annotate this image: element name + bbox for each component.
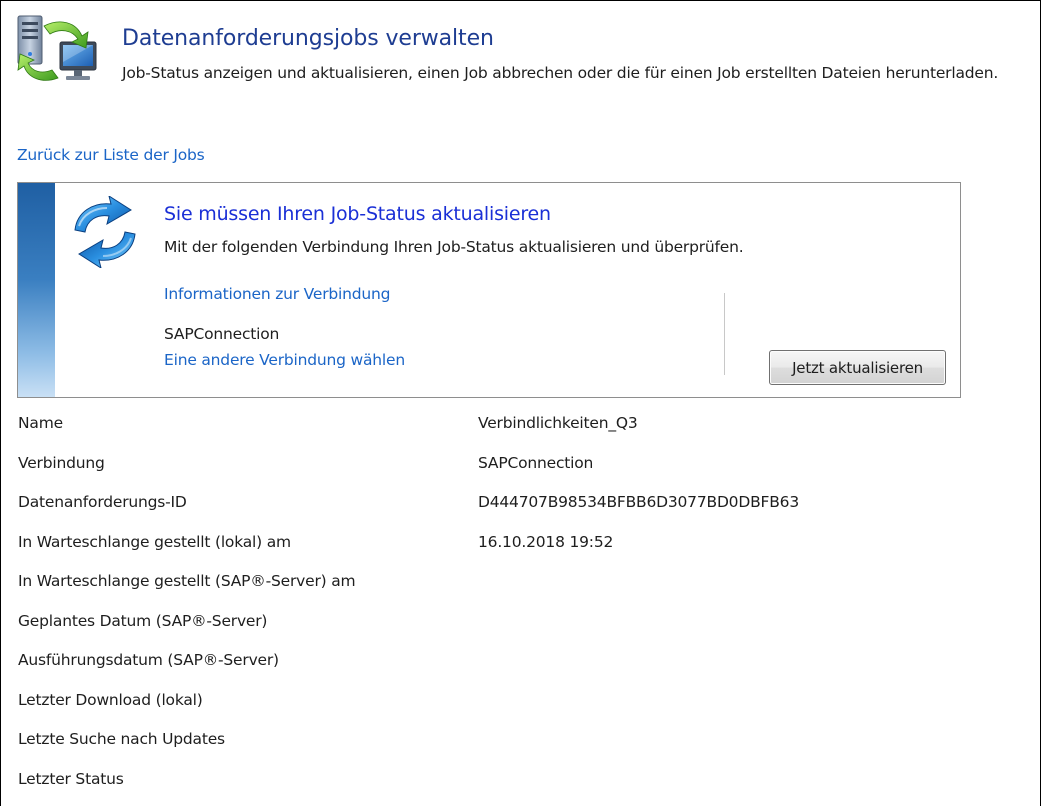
panel-divider [724, 293, 725, 375]
refresh-arrows-icon [74, 196, 136, 268]
connection-info-link[interactable]: Informationen zur Verbindung [164, 285, 390, 303]
property-row-request-id: Datenanforderungs-ID D444707B98534BFBB6D… [18, 485, 1018, 525]
property-value: Verbindlichkeiten_Q3 [478, 414, 638, 432]
status-update-panel: Sie müssen Ihren Job-Status aktualisiere… [17, 182, 961, 398]
connection-name: SAPConnection [164, 325, 280, 343]
property-row-queued-server: In Warteschlange gestellt (SAP®-Server) … [18, 564, 1018, 604]
property-label: In Warteschlange gestellt (lokal) am [18, 532, 291, 551]
property-label: Datenanforderungs-ID [18, 493, 187, 511]
property-label: In Warteschlange gestellt (SAP®-Server) … [18, 572, 356, 590]
property-value: D444707B98534BFBB6D3077BD0DBFB63 [478, 493, 799, 511]
property-label: Verbindung [18, 453, 105, 472]
refresh-now-button[interactable]: Jetzt aktualisieren [769, 350, 946, 385]
job-details-page: Datenanforderungsjobs verwalten Job-Stat… [0, 0, 1041, 806]
panel-accent-strip [18, 183, 55, 397]
panel-title: Sie müssen Ihren Job-Status aktualisiere… [164, 203, 551, 225]
property-row-execution-date: Ausführungsdatum (SAP®-Server) [18, 643, 1018, 683]
property-row-queued-local: In Warteschlange gestellt (lokal) am 16.… [18, 525, 1018, 565]
property-label: Geplantes Datum (SAP®-Server) [18, 611, 268, 630]
job-properties-list: Name Verbindlichkeiten_Q3 Verbindung SAP… [18, 406, 1018, 801]
property-row-last-download: Letzter Download (lokal) [18, 683, 1018, 723]
page-description: Job-Status anzeigen und aktualisieren, e… [122, 64, 999, 82]
property-label: Letzter Status [18, 769, 124, 788]
panel-description: Mit der folgenden Verbindung Ihren Job-S… [164, 238, 744, 256]
page-title: Datenanforderungsjobs verwalten [122, 26, 494, 51]
server-sync-icon [17, 15, 97, 81]
property-value: SAPConnection [478, 453, 594, 472]
property-row-last-status: Letzter Status [18, 762, 1018, 802]
property-label: Letzter Download (lokal) [18, 690, 203, 709]
property-row-scheduled-date: Geplantes Datum (SAP®-Server) [18, 604, 1018, 644]
property-row-connection: Verbindung SAPConnection [18, 446, 1018, 486]
property-row-name: Name Verbindlichkeiten_Q3 [18, 406, 1018, 446]
back-to-job-list-link[interactable]: Zurück zur Liste der Jobs [17, 146, 205, 164]
property-row-last-update-check: Letzte Suche nach Updates [18, 722, 1018, 762]
property-value: 16.10.2018 19:52 [478, 532, 614, 551]
property-label: Name [18, 414, 63, 432]
property-label: Letzte Suche nach Updates [18, 730, 225, 748]
choose-other-connection-link[interactable]: Eine andere Verbindung wählen [164, 351, 405, 369]
property-label: Ausführungsdatum (SAP®-Server) [18, 651, 279, 669]
